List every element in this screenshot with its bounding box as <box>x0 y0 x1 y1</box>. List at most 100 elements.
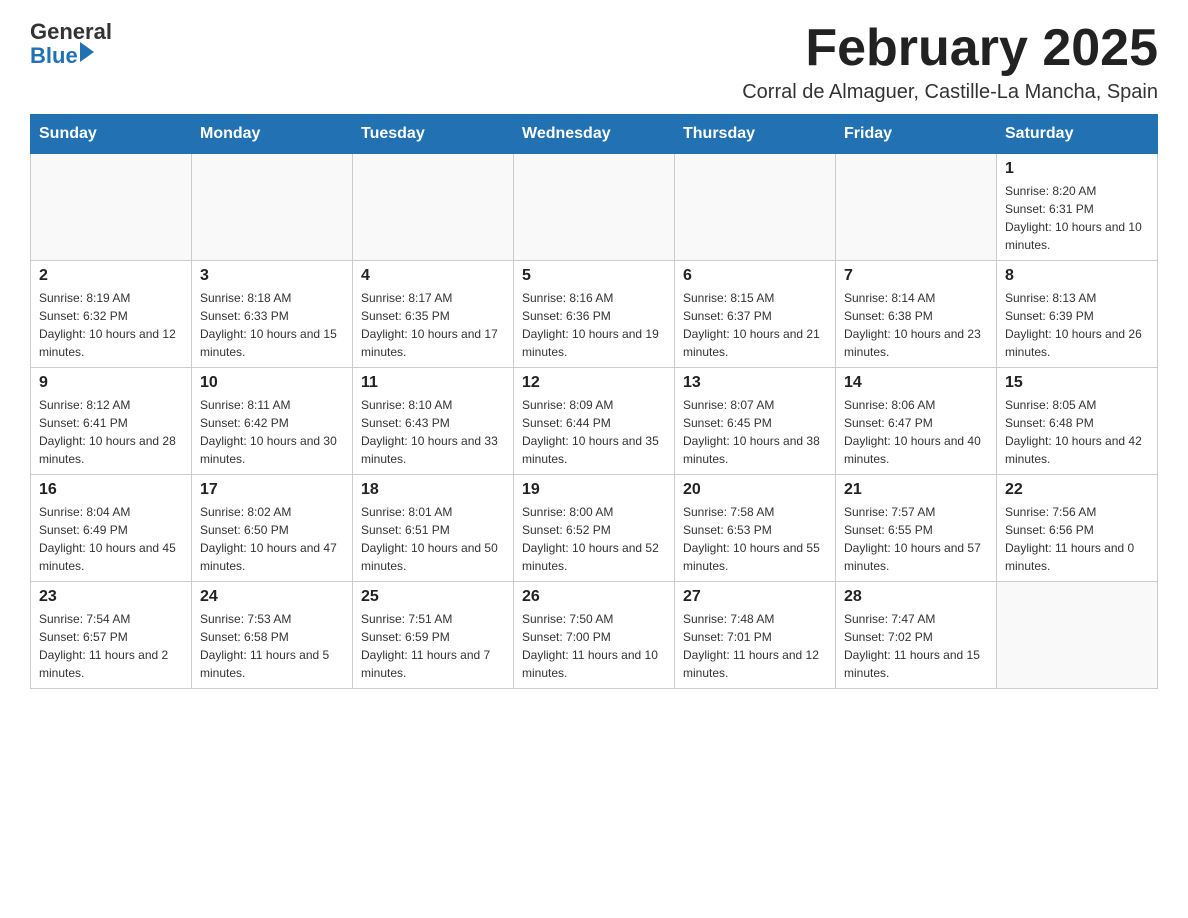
day-info: Sunrise: 8:13 AM Sunset: 6:39 PM Dayligh… <box>1005 289 1149 361</box>
calendar-week-row: 2 Sunrise: 8:19 AM Sunset: 6:32 PM Daylig… <box>31 261 1158 368</box>
day-number: 19 <box>522 481 666 499</box>
day-number: 2 <box>39 267 183 285</box>
day-number: 1 <box>1005 160 1149 178</box>
calendar-day-cell: 16 Sunrise: 8:04 AM Sunset: 6:49 PM Dayli… <box>31 475 192 582</box>
calendar-day-cell: 4 Sunrise: 8:17 AM Sunset: 6:35 PM Daylig… <box>353 261 514 368</box>
day-number: 16 <box>39 481 183 499</box>
day-number: 13 <box>683 374 827 392</box>
day-info: Sunrise: 8:07 AM Sunset: 6:45 PM Dayligh… <box>683 396 827 468</box>
calendar-day-cell <box>192 154 353 261</box>
calendar-table: SundayMondayTuesdayWednesdayThursdayFrid… <box>30 114 1158 689</box>
month-title: February 2025 <box>742 20 1158 77</box>
calendar-day-cell: 15Sunrise: 8:05 AM Sunset: 6:48 PM Dayli… <box>997 368 1158 475</box>
calendar-day-cell: 7 Sunrise: 8:14 AM Sunset: 6:38 PM Daylig… <box>836 261 997 368</box>
day-info: Sunrise: 8:18 AM Sunset: 6:33 PM Dayligh… <box>200 289 344 361</box>
calendar-day-cell: 26 Sunrise: 7:50 AM Sunset: 7:00 PM Dayli… <box>514 582 675 689</box>
day-number: 20 <box>683 481 827 499</box>
weekday-header-friday: Friday <box>836 115 997 154</box>
day-number: 4 <box>361 267 505 285</box>
logo-blue: Blue <box>30 44 78 68</box>
day-number: 7 <box>844 267 988 285</box>
logo-arrow-icon <box>80 42 94 62</box>
day-info: Sunrise: 8:19 AM Sunset: 6:32 PM Dayligh… <box>39 289 183 361</box>
day-number: 9 <box>39 374 183 392</box>
day-number: 24 <box>200 588 344 606</box>
day-number: 25 <box>361 588 505 606</box>
logo: General Blue <box>30 20 112 68</box>
day-number: 3 <box>200 267 344 285</box>
calendar-day-cell <box>31 154 192 261</box>
day-info: Sunrise: 8:15 AM Sunset: 6:37 PM Dayligh… <box>683 289 827 361</box>
weekday-header-saturday: Saturday <box>997 115 1158 154</box>
title-block: February 2025 Corral de Almaguer, Castil… <box>742 20 1158 104</box>
weekday-header-wednesday: Wednesday <box>514 115 675 154</box>
calendar-day-cell <box>997 582 1158 689</box>
day-number: 15 <box>1005 374 1149 392</box>
calendar-day-cell: 11 Sunrise: 8:10 AM Sunset: 6:43 PM Dayli… <box>353 368 514 475</box>
day-info: Sunrise: 7:51 AM Sunset: 6:59 PM Dayligh… <box>361 610 505 682</box>
logo-general: General <box>30 20 112 44</box>
day-number: 12 <box>522 374 666 392</box>
calendar-day-cell: 9Sunrise: 8:12 AM Sunset: 6:41 PM Daylig… <box>31 368 192 475</box>
day-info: Sunrise: 8:10 AM Sunset: 6:43 PM Dayligh… <box>361 396 505 468</box>
day-info: Sunrise: 8:20 AM Sunset: 6:31 PM Dayligh… <box>1005 182 1149 254</box>
calendar-day-cell: 19Sunrise: 8:00 AM Sunset: 6:52 PM Dayli… <box>514 475 675 582</box>
day-number: 28 <box>844 588 988 606</box>
calendar-day-cell: 20 Sunrise: 7:58 AM Sunset: 6:53 PM Dayli… <box>675 475 836 582</box>
calendar-day-cell: 13 Sunrise: 8:07 AM Sunset: 6:45 PM Dayli… <box>675 368 836 475</box>
calendar-week-row: 9Sunrise: 8:12 AM Sunset: 6:41 PM Daylig… <box>31 368 1158 475</box>
calendar-day-cell: 18 Sunrise: 8:01 AM Sunset: 6:51 PM Dayli… <box>353 475 514 582</box>
day-info: Sunrise: 7:58 AM Sunset: 6:53 PM Dayligh… <box>683 503 827 575</box>
calendar-day-cell: 5 Sunrise: 8:16 AM Sunset: 6:36 PM Daylig… <box>514 261 675 368</box>
day-number: 23 <box>39 588 183 606</box>
day-info: Sunrise: 8:17 AM Sunset: 6:35 PM Dayligh… <box>361 289 505 361</box>
day-info: Sunrise: 8:02 AM Sunset: 6:50 PM Dayligh… <box>200 503 344 575</box>
day-info: Sunrise: 8:01 AM Sunset: 6:51 PM Dayligh… <box>361 503 505 575</box>
calendar-header-row: SundayMondayTuesdayWednesdayThursdayFrid… <box>31 115 1158 154</box>
day-info: Sunrise: 8:09 AM Sunset: 6:44 PM Dayligh… <box>522 396 666 468</box>
day-number: 22 <box>1005 481 1149 499</box>
day-info: Sunrise: 7:50 AM Sunset: 7:00 PM Dayligh… <box>522 610 666 682</box>
calendar-day-cell <box>514 154 675 261</box>
day-number: 11 <box>361 374 505 392</box>
day-info: Sunrise: 7:47 AM Sunset: 7:02 PM Dayligh… <box>844 610 988 682</box>
page-header: General Blue February 2025 Corral de Alm… <box>30 20 1158 104</box>
calendar-day-cell: 22 Sunrise: 7:56 AM Sunset: 6:56 PM Dayli… <box>997 475 1158 582</box>
day-info: Sunrise: 7:56 AM Sunset: 6:56 PM Dayligh… <box>1005 503 1149 575</box>
day-number: 27 <box>683 588 827 606</box>
day-info: Sunrise: 7:53 AM Sunset: 6:58 PM Dayligh… <box>200 610 344 682</box>
calendar-day-cell: 8Sunrise: 8:13 AM Sunset: 6:39 PM Daylig… <box>997 261 1158 368</box>
day-number: 26 <box>522 588 666 606</box>
day-number: 5 <box>522 267 666 285</box>
day-number: 17 <box>200 481 344 499</box>
calendar-day-cell: 24 Sunrise: 7:53 AM Sunset: 6:58 PM Dayli… <box>192 582 353 689</box>
calendar-week-row: 1 Sunrise: 8:20 AM Sunset: 6:31 PM Daylig… <box>31 154 1158 261</box>
day-info: Sunrise: 8:16 AM Sunset: 6:36 PM Dayligh… <box>522 289 666 361</box>
day-info: Sunrise: 8:11 AM Sunset: 6:42 PM Dayligh… <box>200 396 344 468</box>
day-number: 14 <box>844 374 988 392</box>
weekday-header-monday: Monday <box>192 115 353 154</box>
calendar-day-cell: 23Sunrise: 7:54 AM Sunset: 6:57 PM Dayli… <box>31 582 192 689</box>
calendar-day-cell <box>675 154 836 261</box>
day-info: Sunrise: 8:06 AM Sunset: 6:47 PM Dayligh… <box>844 396 988 468</box>
day-number: 21 <box>844 481 988 499</box>
day-number: 6 <box>683 267 827 285</box>
calendar-day-cell: 27 Sunrise: 7:48 AM Sunset: 7:01 PM Dayli… <box>675 582 836 689</box>
day-info: Sunrise: 7:57 AM Sunset: 6:55 PM Dayligh… <box>844 503 988 575</box>
calendar-day-cell: 28 Sunrise: 7:47 AM Sunset: 7:02 PM Dayli… <box>836 582 997 689</box>
calendar-day-cell: 21 Sunrise: 7:57 AM Sunset: 6:55 PM Dayli… <box>836 475 997 582</box>
day-number: 10 <box>200 374 344 392</box>
weekday-header-sunday: Sunday <box>31 115 192 154</box>
calendar-day-cell: 14 Sunrise: 8:06 AM Sunset: 6:47 PM Dayli… <box>836 368 997 475</box>
day-info: Sunrise: 8:04 AM Sunset: 6:49 PM Dayligh… <box>39 503 183 575</box>
calendar-day-cell: 12 Sunrise: 8:09 AM Sunset: 6:44 PM Dayli… <box>514 368 675 475</box>
weekday-header-tuesday: Tuesday <box>353 115 514 154</box>
day-info: Sunrise: 7:48 AM Sunset: 7:01 PM Dayligh… <box>683 610 827 682</box>
calendar-day-cell <box>836 154 997 261</box>
calendar-day-cell: 25 Sunrise: 7:51 AM Sunset: 6:59 PM Dayli… <box>353 582 514 689</box>
calendar-day-cell: 10 Sunrise: 8:11 AM Sunset: 6:42 PM Dayli… <box>192 368 353 475</box>
day-number: 18 <box>361 481 505 499</box>
day-info: Sunrise: 8:14 AM Sunset: 6:38 PM Dayligh… <box>844 289 988 361</box>
calendar-week-row: 16 Sunrise: 8:04 AM Sunset: 6:49 PM Dayli… <box>31 475 1158 582</box>
calendar-day-cell: 6 Sunrise: 8:15 AM Sunset: 6:37 PM Daylig… <box>675 261 836 368</box>
